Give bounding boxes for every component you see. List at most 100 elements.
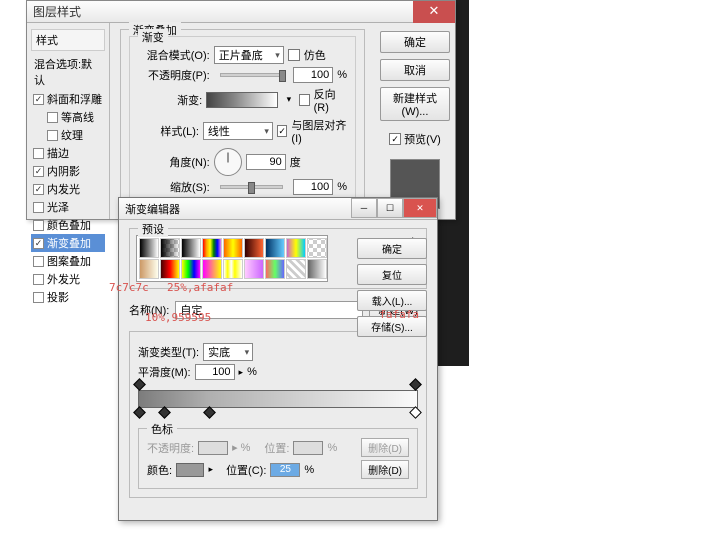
blend-mode-select[interactable]: 正片叠底 [214,46,284,64]
preview-label: 预览(V) [404,131,441,147]
effect-innerglow[interactable]: ✓内发光 [31,180,105,198]
preset-swatch[interactable] [223,238,243,258]
color-stop-0[interactable] [135,408,145,420]
styles-header[interactable]: 样式 [31,29,105,51]
minimize-button[interactable]: ─ [351,198,377,218]
preset-swatch[interactable] [160,238,180,258]
effect-innershadow[interactable]: ✓内阴影 [31,162,105,180]
gradient-sub: 渐变 [138,29,168,45]
gradient-label: 渐变: [138,92,203,108]
stop-opacity-label: 不透明度: [147,440,194,456]
annot-10: 10%,959595 [145,311,211,324]
opacity-value[interactable]: 100 [293,67,333,83]
gradient-bar[interactable] [138,390,418,408]
dlg1-titlebar[interactable]: 图层样式 ✕ [27,1,455,23]
annot-25: 25%,afafaf [167,281,233,294]
angle-value[interactable]: 90 [246,154,286,170]
stop-pos2-value[interactable]: 25 [270,463,300,477]
effects-list: 样式 混合选项:默认 ✓斜面和浮雕 等高线 纹理 描边 ✓内阴影 ✓内发光 光泽… [27,23,110,219]
preset-swatch[interactable] [160,259,180,279]
new-style-button[interactable]: 新建样式(W)... [380,87,450,121]
effect-satin[interactable]: 光泽 [31,198,105,216]
cancel-button[interactable]: 取消 [380,59,450,81]
stop-pos2-label: 位置(C): [226,462,266,478]
delete-opacity-stop[interactable]: 删除(D) [361,438,409,457]
annot-7c: 7c7c7c [109,281,149,294]
stop-color-swatch[interactable] [176,463,204,477]
color-stop-100[interactable] [411,408,421,420]
preset-swatch[interactable] [265,238,285,258]
style-label: 样式(L): [138,123,199,139]
maximize-button[interactable]: ☐ [377,198,403,218]
color-stop-10[interactable] [160,408,170,420]
close-button[interactable]: ✕ [403,198,437,218]
stops-controls: 色标 不透明度: ▸ % 位置: % 删除(D) 颜色: 位置(C): 25% … [138,428,418,489]
ge-ok-button[interactable]: 确定 [357,238,427,259]
dlg2-titlebar[interactable]: 渐变编辑器 ─ ☐ ✕ [119,198,437,220]
preset-swatch[interactable] [181,238,201,258]
stop-pos1-value [293,441,323,455]
delete-color-stop[interactable]: 删除(D) [361,460,409,479]
degree-label: 度 [290,154,301,170]
preset-swatch[interactable] [244,238,264,258]
preset-swatch[interactable] [202,238,222,258]
preset-swatch[interactable] [139,238,159,258]
gtype-label: 渐变类型(T): [138,344,199,360]
ok-button[interactable]: 确定 [380,31,450,53]
layer-style-dialog: 图层样式 ✕ 样式 混合选项:默认 ✓斜面和浮雕 等高线 纹理 描边 ✓内阴影 … [26,0,456,220]
effect-bevel[interactable]: ✓斜面和浮雕 [31,90,105,108]
gtype-select[interactable]: 实底 [203,343,253,361]
dlg1-close-button[interactable]: ✕ [413,1,455,23]
preset-swatch[interactable] [223,259,243,279]
angle-dial[interactable] [214,148,242,176]
effect-outerglow[interactable]: 外发光 [31,270,105,288]
gradient-settings: 渐变类型(T): 实底 平滑度(M): 100 ▸ % 7c7c7c 25%,a… [129,331,427,498]
ge-reset-button[interactable]: 复位 [357,264,427,285]
preset-grid [136,235,328,282]
preset-swatch[interactable] [244,259,264,279]
preset-swatch[interactable] [307,238,327,258]
effect-dropshadow[interactable]: 投影 [31,288,105,306]
stop-opacity-value [198,441,228,455]
blend-defaults[interactable]: 混合选项:默认 [31,54,105,90]
effect-stroke[interactable]: 描边 [31,144,105,162]
preset-swatch[interactable] [265,259,285,279]
color-stop-25[interactable] [205,408,215,420]
angle-label: 角度(N): [138,154,210,170]
opacity-stop-right[interactable] [411,380,421,392]
preset-swatch[interactable] [286,238,306,258]
presets-label: 预设 [138,221,168,237]
style-select[interactable]: 线性 [203,122,273,140]
smooth-label: 平滑度(M): [138,364,191,380]
align-checkbox[interactable]: ✓ [277,125,288,137]
dither-label: 仿色 [304,47,326,63]
effect-gradientoverlay[interactable]: ✓渐变叠加 [31,234,105,252]
preset-swatch[interactable] [202,259,222,279]
dither-checkbox[interactable] [288,49,300,61]
opacity-stop-left[interactable] [135,380,145,392]
effect-contour[interactable]: 等高线 [31,108,105,126]
opacity-slider[interactable] [220,73,284,77]
annot-fa: fafafa [379,308,419,321]
preset-swatch[interactable] [286,259,306,279]
scale-slider[interactable] [220,185,284,189]
preset-swatch[interactable] [307,259,327,279]
reverse-label: 反向(R) [314,86,347,114]
preset-swatch[interactable] [181,259,201,279]
blend-mode-label: 混合模式(O): [138,47,210,63]
gradient-preview[interactable] [206,92,278,108]
preset-swatch[interactable] [139,259,159,279]
stop-pos1-label: 位置: [264,440,289,456]
stops-label: 色标 [147,421,177,437]
align-label: 与图层对齐(I) [291,117,347,145]
gradient-editor-dialog: 渐变编辑器 ─ ☐ ✕ 预设 ⚙ 确定 复位 载入(L)... 存储(S)...… [118,197,438,521]
opacity-label: 不透明度(P): [138,67,210,83]
dlg2-title-text: 渐变编辑器 [125,201,180,217]
preview-checkbox[interactable]: ✓ [389,133,401,145]
smooth-value[interactable]: 100 [195,364,235,380]
scale-value[interactable]: 100 [293,179,333,195]
effect-patternoverlay[interactable]: 图案叠加 [31,252,105,270]
reverse-checkbox[interactable] [299,94,310,106]
effect-coloroverlay[interactable]: 颜色叠加 [31,216,105,234]
effect-texture[interactable]: 纹理 [31,126,105,144]
